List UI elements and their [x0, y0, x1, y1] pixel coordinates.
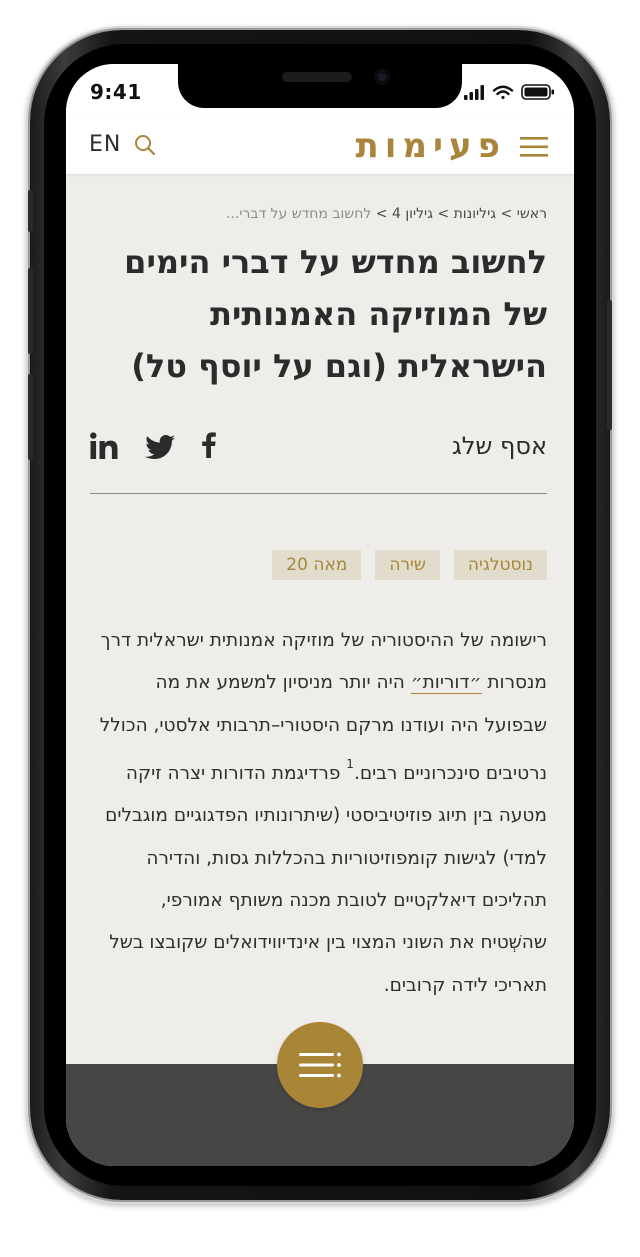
battery-icon [521, 84, 554, 100]
facebook-icon[interactable] [202, 432, 216, 462]
site-logo[interactable]: פעימות [355, 126, 506, 166]
tag-nostalgia[interactable]: נוסטלגיה [453, 550, 547, 580]
tag-20th-century[interactable]: מאה 20 [272, 550, 362, 580]
breadcrumb: ראשי > גיליונות > גיליון 4 > לחשוב מחדש … [90, 206, 547, 222]
tag-poetry[interactable]: שירה [375, 550, 440, 580]
site-header: EN פעימות [66, 120, 574, 174]
front-camera [374, 69, 390, 85]
glossary-link[interactable]: ״דוריות״ [410, 672, 482, 695]
breadcrumb-home[interactable]: ראשי [517, 206, 547, 222]
breadcrumb-current: לחשוב מחדש על דברי... [225, 206, 372, 222]
breadcrumb-issues[interactable]: גיליונות [454, 206, 496, 222]
table-of-contents-button[interactable] [277, 1022, 363, 1108]
footnote-ref[interactable]: 1 [346, 757, 354, 771]
mute-switch [28, 190, 33, 232]
menu-icon[interactable] [520, 136, 548, 162]
volume-down-button [28, 374, 33, 460]
linkedin-icon[interactable] [90, 432, 118, 464]
article-title: לחשוב מחדש על דברי הימים של המוזיקה האמנ… [124, 243, 547, 385]
signal-icon [464, 85, 484, 100]
status-bar: 9:41 [66, 64, 574, 120]
speaker-grill [282, 72, 352, 82]
article-body: רישומה של ההיסטוריה של מוזיקה אמנותית יש… [90, 620, 547, 1007]
breadcrumb-issue[interactable]: גיליון 4 [392, 206, 433, 222]
breadcrumb-separator: > [437, 206, 450, 222]
article-author[interactable]: אסף שלג [452, 432, 547, 460]
twitter-icon[interactable] [145, 435, 175, 463]
tag-list: נוסטלגיה שירה מאה 20 [272, 550, 547, 580]
status-time: 9:41 [90, 80, 142, 104]
breadcrumb-separator: > [375, 206, 388, 222]
table-of-contents-icon [299, 1052, 341, 1078]
wifi-icon [492, 85, 514, 100]
screen: 9:41 EN פעימות ראשי > גיליונות > גיליון … [66, 64, 574, 1166]
power-button [607, 300, 612, 430]
language-toggle[interactable]: EN [89, 132, 121, 157]
body-text: פרדיגמת הדורות יצרה זיקה מטעה בין תיוג פ… [105, 763, 547, 996]
notch [178, 64, 462, 108]
breadcrumb-separator: > [500, 206, 513, 222]
divider [90, 493, 547, 494]
volume-up-button [28, 268, 33, 354]
search-icon[interactable] [134, 134, 156, 160]
status-icons [464, 84, 556, 100]
